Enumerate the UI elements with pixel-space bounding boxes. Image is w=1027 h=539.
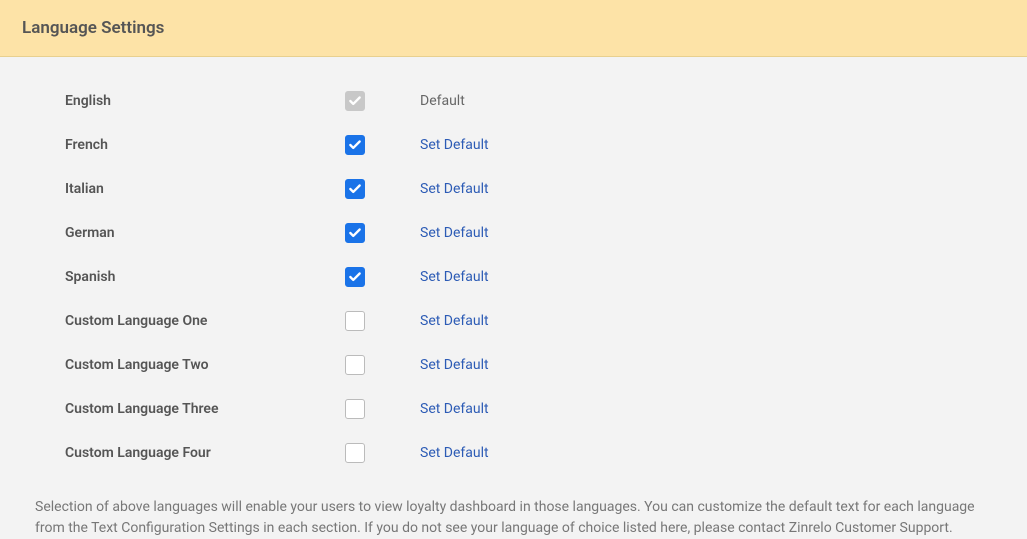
- footer-description: Selection of above languages will enable…: [0, 475, 1027, 539]
- checkbox-wrap: [345, 443, 420, 463]
- language-name: Custom Language Three: [65, 401, 345, 417]
- language-name: English: [65, 93, 345, 109]
- language-checkbox[interactable]: [345, 399, 365, 419]
- page-title: Language Settings: [22, 18, 1005, 38]
- language-row: English Default: [65, 79, 962, 123]
- language-row: Spanish Set Default: [65, 255, 962, 299]
- language-name: Spanish: [65, 269, 345, 285]
- language-checkbox[interactable]: [345, 443, 365, 463]
- default-label: Default: [420, 93, 465, 109]
- checkbox-wrap: [345, 355, 420, 375]
- checkbox-wrap: [345, 311, 420, 331]
- checkbox-wrap: [345, 179, 420, 199]
- language-checkbox[interactable]: [345, 267, 365, 287]
- language-name: Italian: [65, 181, 345, 197]
- language-checkbox[interactable]: [345, 135, 365, 155]
- checkbox-wrap: [345, 91, 420, 111]
- language-checkbox[interactable]: [345, 179, 365, 199]
- checkbox-wrap: [345, 135, 420, 155]
- language-checkbox[interactable]: [345, 311, 365, 331]
- language-row: French Set Default: [65, 123, 962, 167]
- checkbox-wrap: [345, 267, 420, 287]
- language-checkbox[interactable]: [345, 223, 365, 243]
- checkbox-wrap: [345, 399, 420, 419]
- language-list: English Default French Set Default Italian Se…: [0, 57, 1027, 475]
- language-name: French: [65, 137, 345, 153]
- set-default-link[interactable]: Set Default: [420, 401, 489, 417]
- set-default-link[interactable]: Set Default: [420, 445, 489, 461]
- set-default-link[interactable]: Set Default: [420, 225, 489, 241]
- language-row: German Set Default: [65, 211, 962, 255]
- set-default-link[interactable]: Set Default: [420, 269, 489, 285]
- language-row: Custom Language Two Set Default: [65, 343, 962, 387]
- language-name: German: [65, 225, 345, 241]
- checkbox-wrap: [345, 223, 420, 243]
- language-row: Italian Set Default: [65, 167, 962, 211]
- set-default-link[interactable]: Set Default: [420, 181, 489, 197]
- language-row: Custom Language Three Set Default: [65, 387, 962, 431]
- set-default-link[interactable]: Set Default: [420, 313, 489, 329]
- language-checkbox[interactable]: [345, 355, 365, 375]
- set-default-link[interactable]: Set Default: [420, 357, 489, 373]
- set-default-link[interactable]: Set Default: [420, 137, 489, 153]
- language-name: Custom Language Four: [65, 445, 345, 461]
- language-checkbox: [345, 91, 365, 111]
- language-row: Custom Language Four Set Default: [65, 431, 962, 475]
- language-name: Custom Language One: [65, 313, 345, 329]
- language-name: Custom Language Two: [65, 357, 345, 373]
- language-row: Custom Language One Set Default: [65, 299, 962, 343]
- page-header: Language Settings: [0, 0, 1027, 57]
